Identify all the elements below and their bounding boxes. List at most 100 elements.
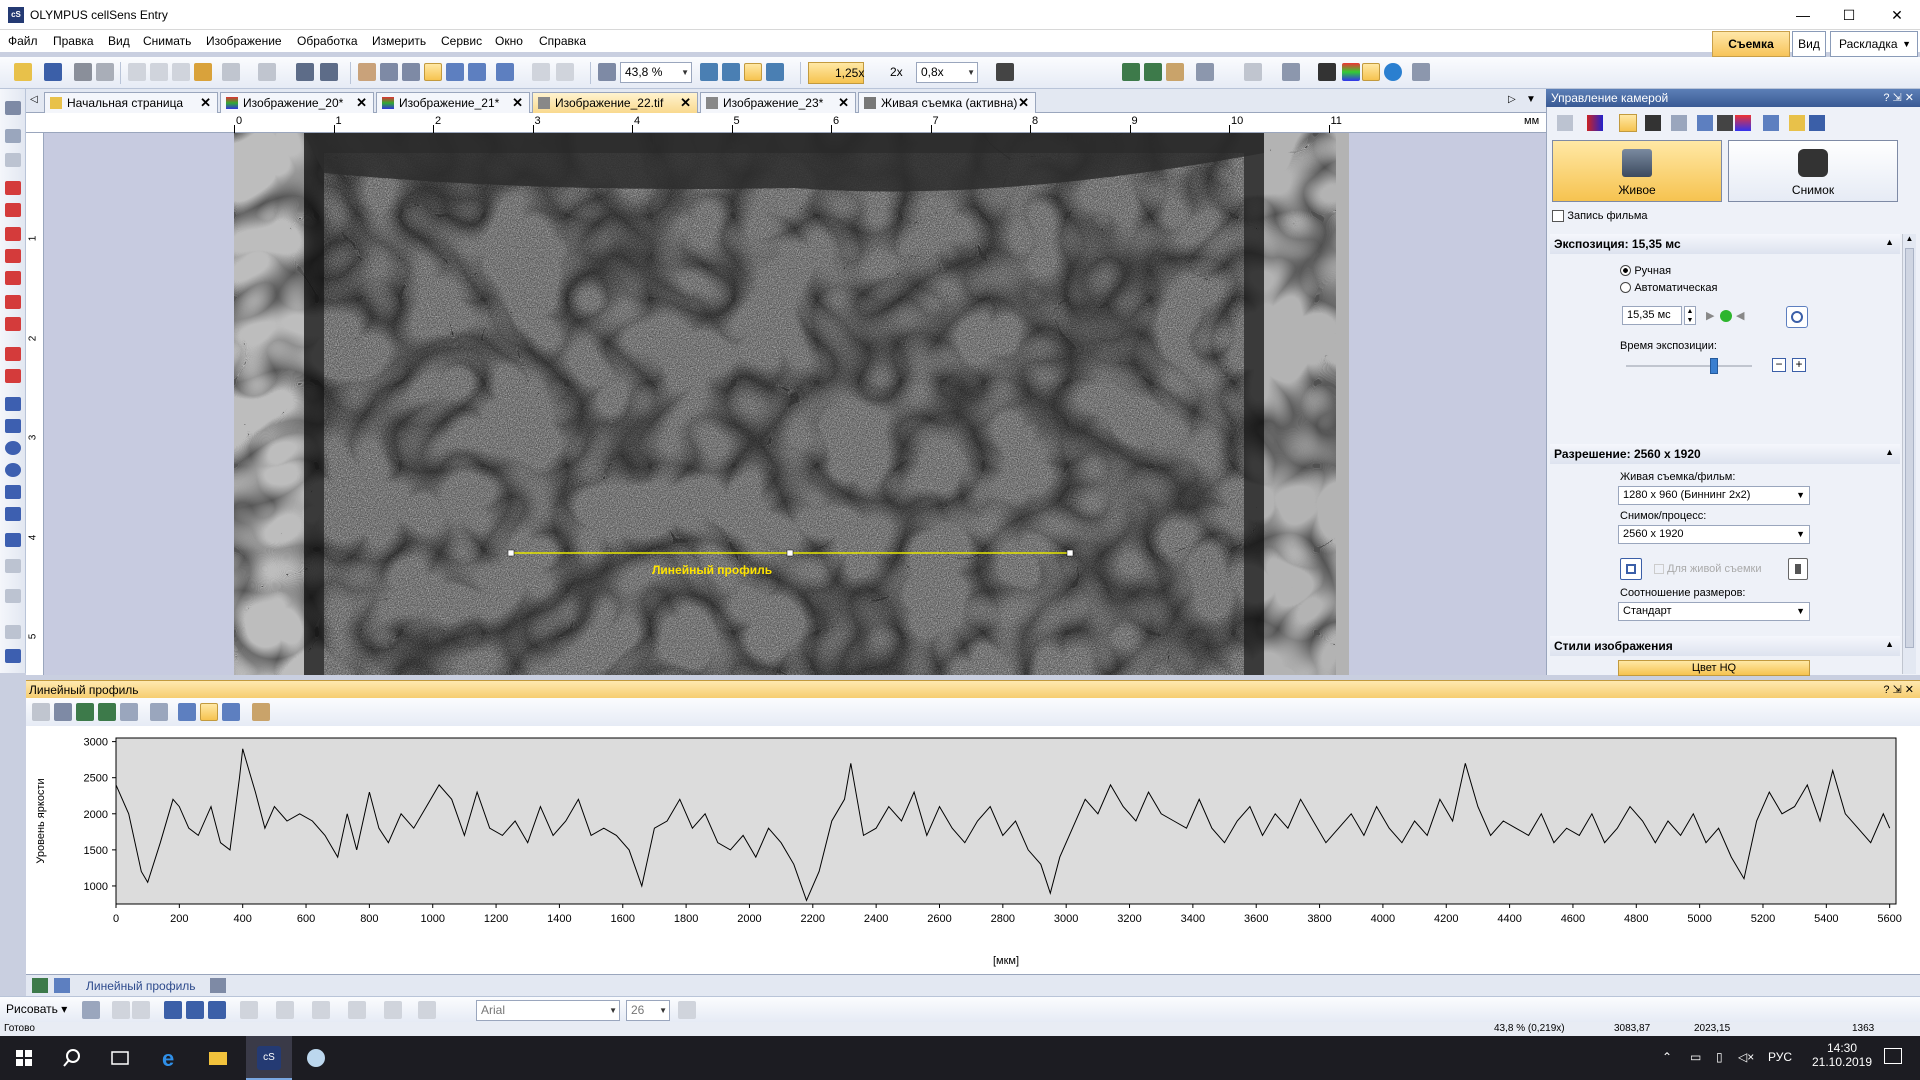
- settings-icon[interactable]: [320, 63, 338, 81]
- polygon-icon[interactable]: [5, 485, 21, 499]
- scroll-left-icon[interactable]: ◁: [30, 94, 38, 105]
- menu-file[interactable]: Файл: [8, 34, 38, 48]
- network-icon[interactable]: ▭: [1690, 1050, 1701, 1064]
- redo-icon[interactable]: [258, 63, 276, 81]
- max-icon[interactable]: [1717, 115, 1733, 131]
- line-handle-end[interactable]: [1066, 549, 1074, 557]
- ellipse-icon[interactable]: [5, 463, 21, 477]
- image-tab-icon[interactable]: [32, 978, 48, 993]
- camera-settings-icon[interactable]: [996, 63, 1014, 81]
- menu-help[interactable]: Справка: [539, 34, 586, 48]
- line-style-icon[interactable]: [348, 1001, 366, 1019]
- magic-wand-icon[interactable]: [5, 129, 21, 143]
- collapse-icon[interactable]: ▲: [1885, 639, 1894, 649]
- scale-bar-icon[interactable]: [5, 533, 21, 547]
- open-icon[interactable]: [14, 63, 32, 81]
- acquire-icon[interactable]: [1122, 63, 1140, 81]
- zoom-out-icon[interactable]: [598, 63, 616, 81]
- point-icon[interactable]: [5, 203, 21, 217]
- refresh-icon[interactable]: [296, 63, 314, 81]
- select-pointer-icon[interactable]: [424, 63, 442, 81]
- annotation-icon[interactable]: [5, 625, 21, 639]
- tab-live[interactable]: Живая съемка (активна) ✕: [858, 92, 1036, 113]
- menu-process[interactable]: Обработка: [297, 34, 358, 48]
- tray-up-icon[interactable]: ⌃: [1662, 1050, 1672, 1064]
- menu-tools[interactable]: Сервис: [441, 34, 482, 48]
- scroll-right-icon[interactable]: ▷: [1508, 94, 1516, 105]
- print-chart-icon[interactable]: [252, 703, 270, 721]
- globe-icon[interactable]: [1384, 63, 1402, 81]
- auto-radio[interactable]: [1620, 282, 1631, 294]
- curve-icon[interactable]: [186, 1001, 204, 1019]
- manual-radio[interactable]: [1620, 265, 1631, 277]
- arrow-style-icon[interactable]: [418, 1001, 436, 1019]
- scroll-thumb[interactable]: [1905, 248, 1914, 648]
- scroll-up-icon[interactable]: ▲: [1903, 234, 1916, 243]
- close-tab-icon[interactable]: ✕: [680, 95, 691, 111]
- copy-settings-icon[interactable]: [1763, 115, 1779, 131]
- dash-style-icon[interactable]: [384, 1001, 402, 1019]
- exposure-slider-track[interactable]: [1626, 365, 1752, 367]
- camera-config-icon[interactable]: [1557, 115, 1573, 131]
- print-icon[interactable]: [74, 63, 92, 81]
- close-tab-icon[interactable]: ✕: [200, 95, 211, 111]
- record-movie-row[interactable]: Запись фильма: [1552, 208, 1648, 222]
- black-balance-icon[interactable]: [1645, 115, 1661, 131]
- explorer-icon[interactable]: [204, 1044, 232, 1072]
- channel-icon[interactable]: [150, 703, 168, 721]
- line-profile-chart[interactable]: 0 200 400 600 800 1000 1200 1400 1600 1800 2000 220…: [26, 726, 1920, 974]
- panel-scrollbar[interactable]: ▲: [1902, 234, 1916, 674]
- image-icon[interactable]: [1144, 63, 1162, 81]
- table-icon[interactable]: [120, 703, 138, 721]
- circle-icon[interactable]: [5, 441, 21, 455]
- tab-capture[interactable]: Съемка: [1712, 31, 1790, 57]
- zoom-select[interactable]: 43,8 % ▼: [620, 62, 692, 83]
- rotated-rect-icon[interactable]: [5, 419, 21, 433]
- menu-window[interactable]: Окно: [495, 34, 523, 48]
- tab-image-21[interactable]: Изображение_21* ✕: [376, 92, 530, 113]
- measure-icon[interactable]: [5, 369, 21, 383]
- collapse-icon[interactable]: ▲: [1885, 447, 1894, 457]
- profile-icon[interactable]: [5, 649, 21, 663]
- fit-window-icon[interactable]: [744, 63, 762, 81]
- polyline-icon[interactable]: [5, 295, 21, 309]
- collapse-icon[interactable]: ▲: [1885, 237, 1894, 247]
- minimize-button[interactable]: —: [1780, 0, 1826, 30]
- textbox-icon[interactable]: [208, 1001, 226, 1019]
- magnification-select[interactable]: 0,8x ▼: [916, 62, 978, 83]
- info-button[interactable]: [1788, 558, 1808, 580]
- close-tab-icon[interactable]: ✕: [1018, 95, 1029, 111]
- angle-icon[interactable]: [5, 181, 21, 195]
- clock[interactable]: 14:30 21.10.2019: [1810, 1041, 1874, 1069]
- draw-menu[interactable]: Рисовать ▾: [6, 1002, 67, 1016]
- zoom-out-icon[interactable]: [32, 703, 50, 721]
- start-icon[interactable]: [10, 1044, 38, 1072]
- fit-icon[interactable]: [722, 63, 740, 81]
- menu-measure[interactable]: Измерить: [372, 34, 426, 48]
- increase-exposure-button[interactable]: +: [1792, 358, 1806, 372]
- zoom-tool-icon[interactable]: [380, 63, 398, 81]
- microscope-image[interactable]: Линейный профиль: [234, 133, 1349, 675]
- snap-resolution-select[interactable]: 2560 x 1920 ▼: [1618, 525, 1810, 544]
- live-button[interactable]: Живое: [1552, 140, 1722, 202]
- extra-tab-icon[interactable]: [210, 978, 226, 993]
- color-mode-icon[interactable]: [1587, 115, 1603, 131]
- bird-app-icon[interactable]: [302, 1044, 330, 1072]
- monitor-icon[interactable]: [1318, 63, 1336, 81]
- delete-icon[interactable]: [5, 559, 21, 573]
- wand-icon[interactable]: [5, 153, 21, 167]
- line-icon[interactable]: [5, 227, 21, 241]
- shading-icon[interactable]: [1697, 115, 1713, 131]
- color-icon[interactable]: [1342, 63, 1360, 81]
- zoom-in-icon[interactable]: [700, 63, 718, 81]
- search-icon[interactable]: [58, 1044, 86, 1072]
- tab-line-profile[interactable]: Линейный профиль: [86, 979, 196, 993]
- horizontal-line-icon[interactable]: [5, 271, 21, 285]
- cellsens-taskbar-button[interactable]: cS: [246, 1036, 292, 1080]
- tab-view[interactable]: Вид: [1792, 31, 1826, 57]
- white-balance-icon[interactable]: [1671, 115, 1687, 131]
- power-icon[interactable]: ▯: [1716, 1050, 1723, 1064]
- shape-icon[interactable]: [112, 1001, 130, 1019]
- decrease-exposure-button[interactable]: −: [1772, 358, 1786, 372]
- task-view-icon[interactable]: [106, 1044, 134, 1072]
